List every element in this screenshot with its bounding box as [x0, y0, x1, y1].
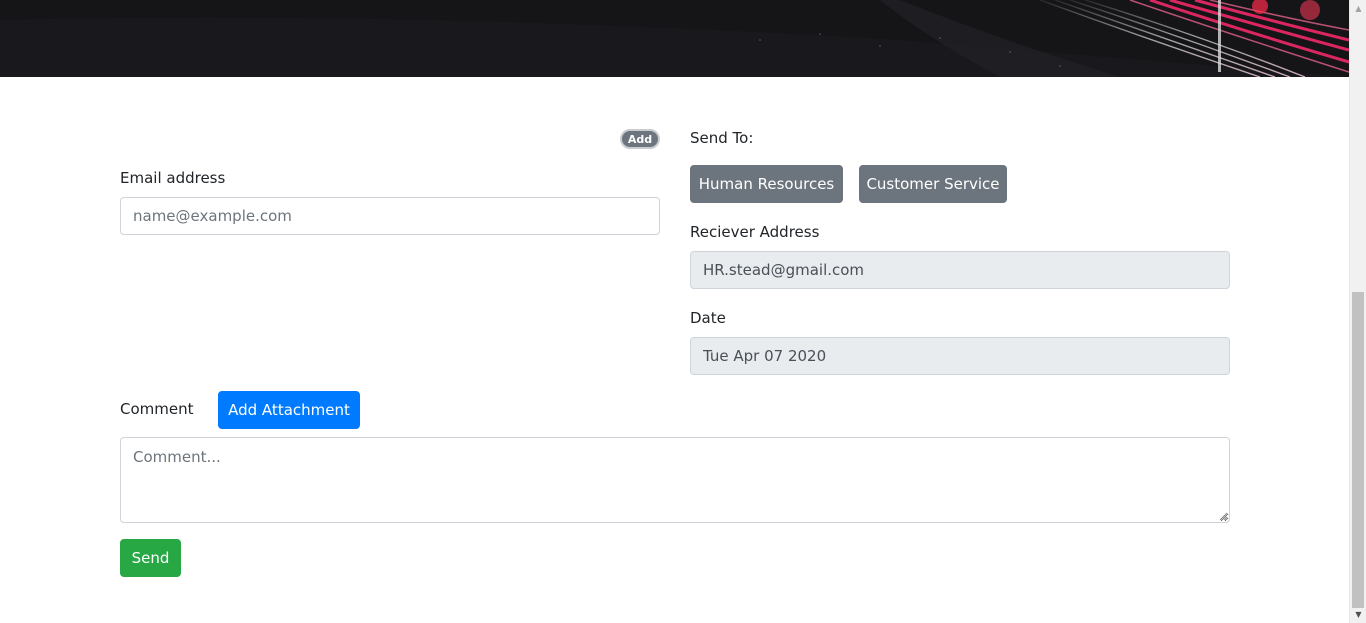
customer-service-button[interactable]: Customer Service — [859, 165, 1007, 203]
send-to-label: Send To: — [690, 129, 754, 147]
receiver-address-label: Reciever Address — [690, 223, 820, 241]
add-badge-button[interactable]: Add — [620, 129, 660, 149]
comment-textarea[interactable] — [120, 437, 1230, 523]
date-label: Date — [690, 309, 726, 327]
scrollbar-thumb[interactable] — [1352, 292, 1364, 608]
header-banner-image — [0, 0, 1349, 77]
email-input[interactable] — [120, 197, 660, 235]
night-traffic-illustration — [0, 0, 1349, 77]
scroll-up-arrow-icon[interactable]: ▲ — [1350, 0, 1366, 17]
scroll-down-arrow-icon[interactable]: ▼ — [1350, 606, 1366, 623]
page: ▲ ▼ Add Email address Send To: Human Res… — [0, 0, 1366, 623]
add-attachment-button[interactable]: Add Attachment — [218, 391, 360, 429]
vertical-scrollbar[interactable]: ▲ ▼ — [1349, 0, 1366, 623]
date-field[interactable] — [690, 337, 1230, 375]
human-resources-button[interactable]: Human Resources — [690, 165, 843, 203]
comment-label: Comment — [120, 400, 194, 418]
resize-grip-icon[interactable] — [1219, 512, 1228, 521]
send-button[interactable]: Send — [120, 539, 181, 577]
receiver-address-field[interactable] — [690, 251, 1230, 289]
email-label: Email address — [120, 169, 226, 187]
